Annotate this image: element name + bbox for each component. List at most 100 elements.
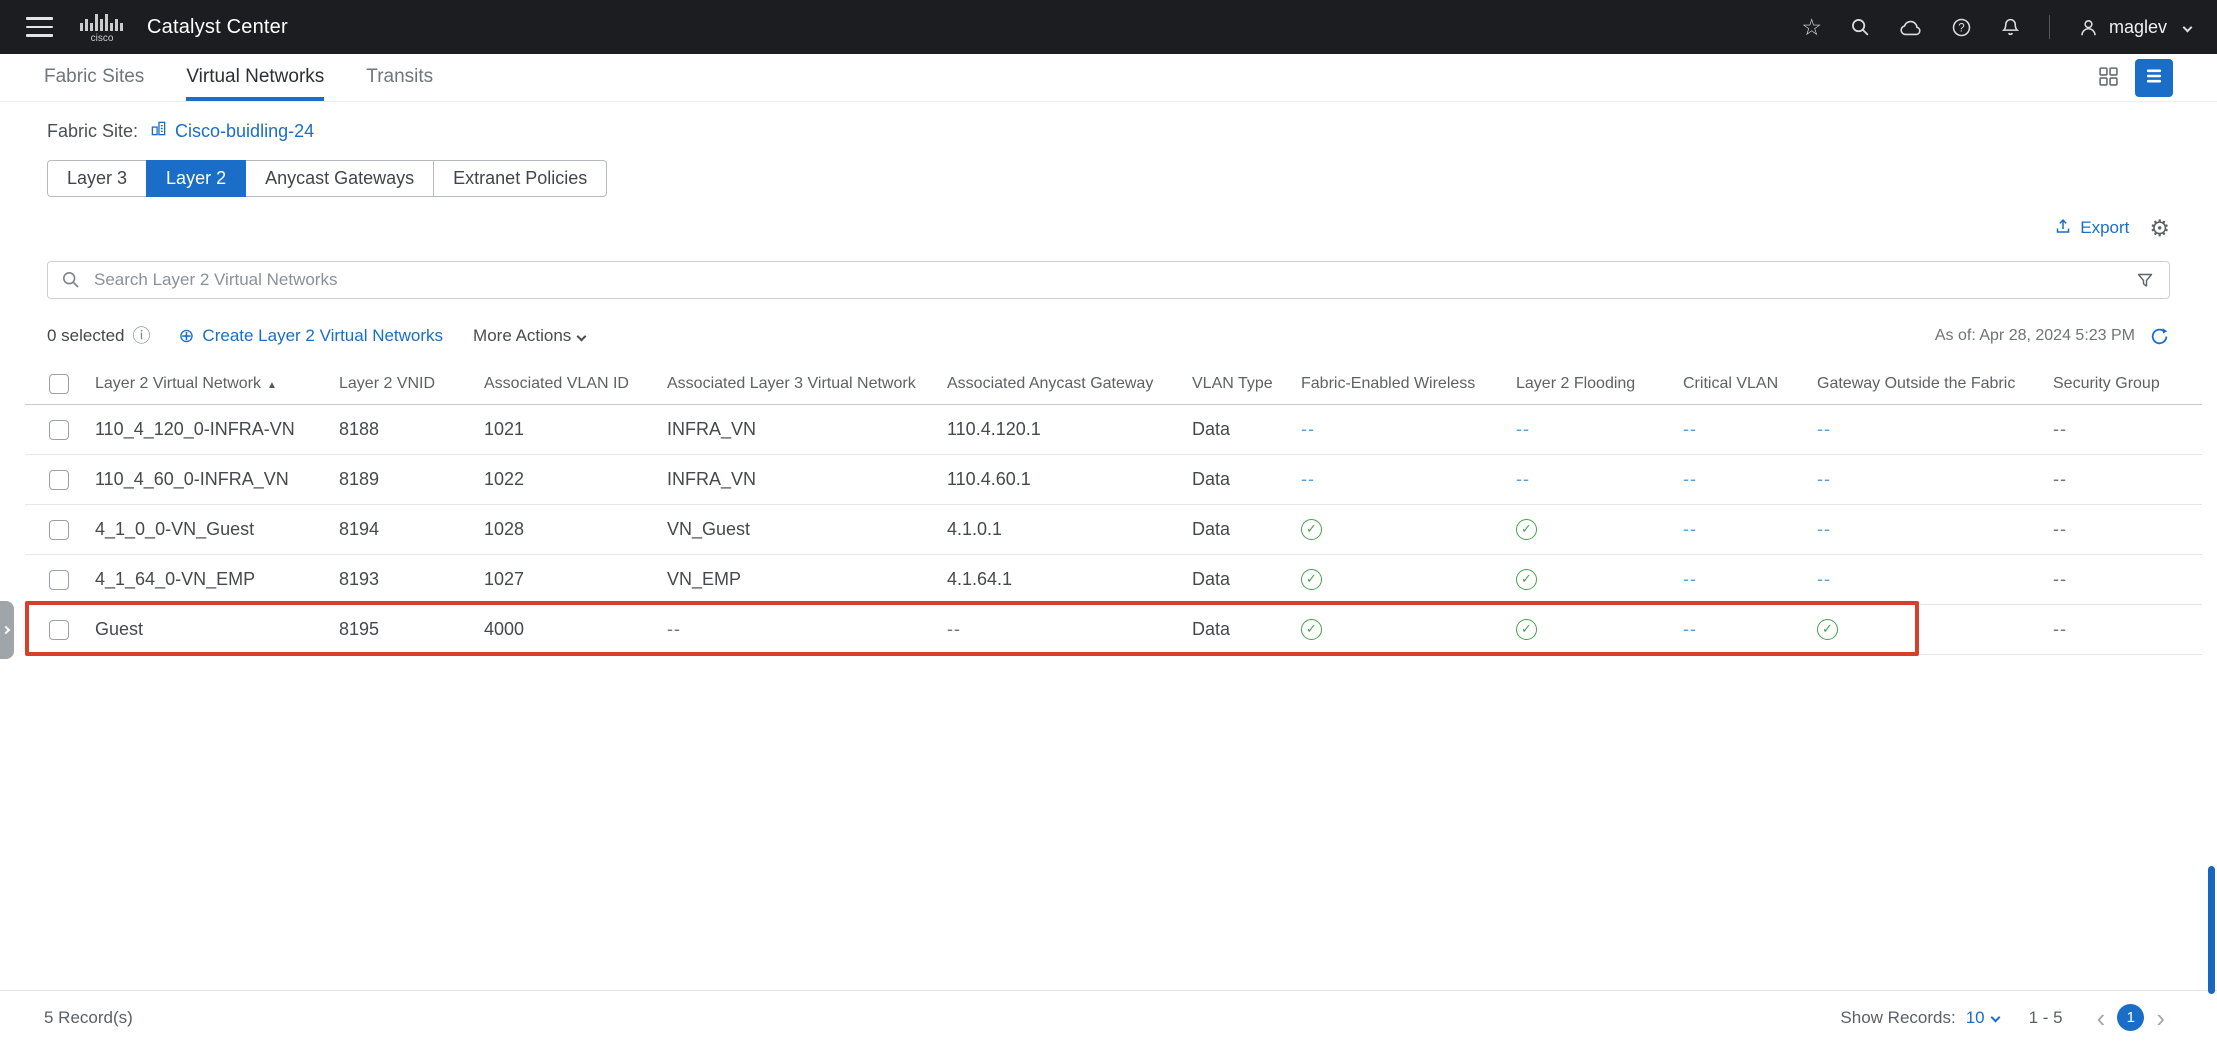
- scrollbar-thumb[interactable]: [2208, 866, 2215, 994]
- create-l2vn-label: Create Layer 2 Virtual Networks: [202, 326, 443, 346]
- table-cell: 4000: [484, 604, 667, 654]
- column-header[interactable]: Layer 2 Flooding: [1516, 364, 1683, 404]
- dash-value: --: [1683, 619, 1697, 639]
- enabled-check-icon: ✓: [1817, 619, 1838, 640]
- select-all-checkbox[interactable]: [49, 374, 69, 394]
- tab-transits[interactable]: Transits: [366, 54, 433, 101]
- settings-gear-icon[interactable]: ⚙: [2149, 217, 2170, 240]
- page-size-select[interactable]: 10: [1966, 1008, 1999, 1028]
- row-checkbox[interactable]: [49, 520, 69, 540]
- table-cell: VN_EMP: [667, 554, 947, 604]
- export-label: Export: [2080, 218, 2129, 238]
- refresh-icon[interactable]: [2149, 326, 2170, 347]
- table-cell: 110_4_120_0-INFRA-VN: [95, 404, 339, 454]
- row-checkbox[interactable]: [49, 470, 69, 490]
- tab-extranet-policies[interactable]: Extranet Policies: [433, 160, 607, 197]
- user-name: maglev: [2109, 17, 2167, 38]
- notifications-bell-icon[interactable]: [2000, 17, 2021, 38]
- header-divider: [2049, 15, 2050, 39]
- column-header[interactable]: VLAN Type: [1192, 364, 1301, 404]
- row-checkbox[interactable]: [49, 420, 69, 440]
- dash-value: --: [1516, 419, 1530, 439]
- prev-page-icon[interactable]: ‹: [2089, 1005, 2114, 1031]
- page-size-value: 10: [1966, 1008, 1985, 1028]
- grid-view-icon: [2098, 66, 2119, 90]
- table-cell: 1027: [484, 554, 667, 604]
- menu-icon[interactable]: [26, 17, 53, 37]
- column-header[interactable]: Associated Layer 3 Virtual Network: [667, 364, 947, 404]
- user-menu[interactable]: maglev: [2078, 17, 2191, 38]
- enabled-check-icon: ✓: [1301, 619, 1322, 640]
- table-cell: Data: [1192, 554, 1301, 604]
- table-cell: 1022: [484, 454, 667, 504]
- column-header[interactable]: Fabric-Enabled Wireless: [1301, 364, 1516, 404]
- enabled-check-icon: ✓: [1516, 619, 1537, 640]
- search-icon[interactable]: [1850, 17, 1871, 38]
- table-cell: Data: [1192, 404, 1301, 454]
- card-view-button[interactable]: [2089, 59, 2127, 97]
- table-cell: Data: [1192, 604, 1301, 654]
- fabric-site-link[interactable]: Cisco-buidling-24: [150, 120, 314, 142]
- page-number-button[interactable]: 1: [2117, 1004, 2144, 1031]
- section-tabs-bar: Fabric Sites Virtual Networks Transits: [0, 54, 2217, 102]
- column-header[interactable]: Associated VLAN ID: [484, 364, 667, 404]
- table-cell: 110.4.60.1: [947, 454, 1192, 504]
- search-input[interactable]: [47, 261, 2170, 299]
- table-cell: 110.4.120.1: [947, 404, 1192, 454]
- info-icon[interactable]: ⓘ: [133, 327, 151, 345]
- help-icon[interactable]: ?: [1951, 17, 1972, 38]
- table-cell: INFRA_VN: [667, 454, 947, 504]
- list-view-icon: [2144, 66, 2164, 89]
- column-header[interactable]: Layer 2 VNID: [339, 364, 484, 404]
- tab-virtual-networks[interactable]: Virtual Networks: [186, 54, 324, 101]
- plus-circle-icon: ⊕: [179, 327, 195, 346]
- as-of-timestamp: As of: Apr 28, 2024 5:23 PM: [1935, 327, 2135, 345]
- table-cell: 8189: [339, 454, 484, 504]
- favorites-star-icon[interactable]: ☆: [1801, 16, 1822, 39]
- dash-value: --: [1817, 569, 1831, 589]
- dash-value: --: [1683, 469, 1697, 489]
- table-header-row: Layer 2 Virtual Network▲Layer 2 VNIDAsso…: [25, 364, 2202, 404]
- fabric-site-label: Fabric Site:: [47, 121, 138, 142]
- user-icon: [2078, 17, 2099, 38]
- export-button[interactable]: Export: [2054, 217, 2129, 240]
- row-checkbox[interactable]: [49, 570, 69, 590]
- search-field-icon: [61, 270, 81, 295]
- column-header[interactable]: Layer 2 Virtual Network▲: [95, 364, 339, 404]
- l2vn-table: Layer 2 Virtual Network▲Layer 2 VNIDAsso…: [25, 364, 2202, 655]
- column-header[interactable]: Gateway Outside the Fabric: [1817, 364, 2053, 404]
- create-l2vn-button[interactable]: ⊕ Create Layer 2 Virtual Networks: [179, 326, 444, 346]
- filter-funnel-icon[interactable]: [2136, 271, 2154, 294]
- row-checkbox[interactable]: [49, 620, 69, 640]
- export-icon: [2054, 217, 2072, 240]
- table-cell: 4_1_64_0-VN_EMP: [95, 554, 339, 604]
- table-cell: 1021: [484, 404, 667, 454]
- chevron-down-icon: [2183, 22, 2193, 32]
- tab-layer-3[interactable]: Layer 3: [47, 160, 147, 197]
- side-panel-handle[interactable]: [0, 601, 14, 659]
- enabled-check-icon: ✓: [1516, 519, 1537, 540]
- tab-anycast-gateways[interactable]: Anycast Gateways: [245, 160, 434, 197]
- column-header[interactable]: Security Group: [2053, 364, 2202, 404]
- dash-value: --: [1683, 519, 1697, 539]
- dash-value: --: [2053, 619, 2067, 639]
- column-header[interactable]: Associated Anycast Gateway: [947, 364, 1192, 404]
- more-actions-label: More Actions: [473, 326, 571, 346]
- column-header[interactable]: Critical VLAN: [1683, 364, 1817, 404]
- list-view-button[interactable]: [2135, 59, 2173, 97]
- tab-fabric-sites[interactable]: Fabric Sites: [44, 54, 144, 101]
- cloud-icon[interactable]: [1899, 19, 1923, 36]
- table-cell: 110_4_60_0-INFRA_VN: [95, 454, 339, 504]
- svg-text:?: ?: [1958, 22, 1964, 34]
- app-header: cisco Catalyst Center ☆ ? maglev: [0, 0, 2217, 54]
- table-cell: 4.1.0.1: [947, 504, 1192, 554]
- next-page-icon[interactable]: ›: [2148, 1005, 2173, 1031]
- more-actions-button[interactable]: More Actions: [473, 326, 585, 346]
- table-row: 4_1_64_0-VN_EMP81931027VN_EMP4.1.64.1Dat…: [25, 554, 2202, 604]
- dash-value: --: [2053, 519, 2067, 539]
- table-footer: 5 Record(s) Show Records: 10 1 - 5 ‹ 1 ›: [0, 990, 2217, 1044]
- dash-value: --: [1817, 419, 1831, 439]
- dash-value: --: [1817, 469, 1831, 489]
- dash-value: --: [2053, 469, 2067, 489]
- tab-layer-2[interactable]: Layer 2: [146, 160, 246, 197]
